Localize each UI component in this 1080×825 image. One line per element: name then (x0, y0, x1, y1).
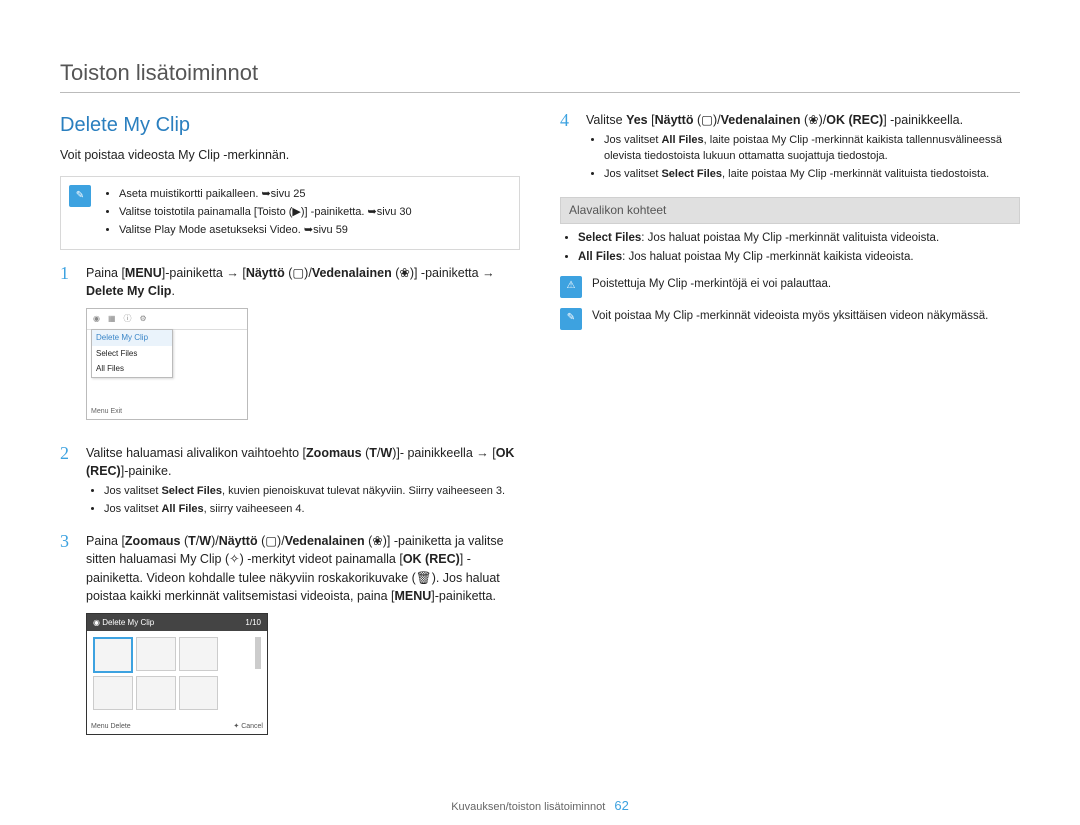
submenu-item: Select Files: Jos haluat poistaa My Clip… (578, 230, 1020, 247)
info-note: ✎ Voit poistaa My Clip -merkinnät videoi… (560, 308, 1020, 330)
mock2-counter: 1/10 (245, 617, 261, 629)
prereq-item: Aseta muistikortti paikalleen. ➥sivu 25 (119, 187, 412, 203)
chapter-title: Toiston lisätoiminnot (60, 60, 1020, 86)
step-2: 2 Valitse haluamasi alivalikon vaihtoeht… (60, 444, 520, 520)
mock2-right: ✦ Cancel (233, 722, 263, 732)
mock2-title: Delete My Clip (102, 618, 154, 627)
step-text: Paina [Zoomaus (T/W)/Näyttö (▢)/Vedenala… (86, 532, 520, 605)
right-column: 4 Valitse Yes [Näyttö (▢)/Vedenalainen (… (560, 111, 1020, 747)
ui-mock-thumbnails: ◉ Delete My Clip 1/10 (86, 613, 268, 735)
step-number: 2 (60, 444, 74, 520)
section-title: Delete My Clip (60, 111, 520, 140)
intro-text: Voit poistaa videosta My Clip -merkinnän… (60, 146, 520, 164)
step-text: Paina [MENU]-painiketta → [Näyttö (▢)/Ve… (86, 264, 520, 300)
mock2-left: Menu Delete (91, 722, 131, 732)
info-text: Voit poistaa My Clip -merkinnät videoist… (592, 308, 988, 325)
mock-menu-highlight: Delete My Clip (92, 330, 172, 346)
warning-note: ⚠ Poistettuja My Clip -merkintöjä ei voi… (560, 276, 1020, 298)
divider (60, 92, 1020, 93)
footer-text: Kuvauksen/toiston lisätoiminnot (451, 801, 605, 813)
thumbnail (93, 676, 133, 710)
submenu-header: Alavalikon kohteet (560, 197, 1020, 224)
step-text: Valitse haluamasi alivalikon vaihtoehto … (86, 444, 520, 480)
thumbnail (136, 637, 176, 671)
mock-menu-item: Select Files (92, 346, 172, 362)
step-number: 3 (60, 532, 74, 735)
ui-mock-menu: ◉▦ⓘ⚙ Delete My Clip Select Files All Fil… (86, 308, 248, 420)
mock-footer: Menu Exit (91, 407, 122, 417)
prereq-item: Valitse Play Mode asetukseksi Video. ➥si… (119, 223, 412, 239)
step-bullet: Jos valitset Select Files, kuvien pienoi… (104, 484, 520, 500)
prereq-item: Valitse toistotila painamalla [Toisto (▶… (119, 205, 412, 221)
step-number: 4 (560, 111, 574, 185)
thumbnail (136, 676, 176, 710)
warning-icon: ⚠ (560, 276, 582, 298)
info-icon: ✎ (560, 308, 582, 330)
thumbnail (179, 676, 219, 710)
page-number: 62 (614, 798, 628, 813)
step-bullet: Jos valitset Select Files, laite poistaa… (604, 167, 1020, 183)
left-column: Delete My Clip Voit poistaa videosta My … (60, 111, 520, 747)
thumbnail-selected (93, 637, 133, 673)
step-bullet: Jos valitset All Files, laite poistaa My… (604, 133, 1020, 165)
step-4: 4 Valitse Yes [Näyttö (▢)/Vedenalainen (… (560, 111, 1020, 185)
page-footer: Kuvauksen/toiston lisätoiminnot 62 (0, 798, 1080, 813)
thumbnail (179, 637, 219, 671)
step-bullet: Jos valitset All Files, siirry vaiheesee… (104, 502, 520, 518)
step-1: 1 Paina [MENU]-painiketta → [Näyttö (▢)/… (60, 264, 520, 432)
warning-text: Poistettuja My Clip -merkintöjä ei voi p… (592, 276, 831, 293)
step-3: 3 Paina [Zoomaus (T/W)/Näyttö (▢)/Vedena… (60, 532, 520, 735)
step-number: 1 (60, 264, 74, 432)
prereq-note: ✎ Aseta muistikortti paikalleen. ➥sivu 2… (60, 176, 520, 250)
step-text: Valitse Yes [Näyttö (▢)/Vedenalainen (❀)… (586, 111, 1020, 129)
mock-menu-item: All Files (92, 361, 172, 377)
thumbnail (255, 637, 261, 669)
submenu-item: All Files: Jos haluat poistaa My Clip -m… (578, 249, 1020, 266)
note-icon: ✎ (69, 185, 91, 207)
